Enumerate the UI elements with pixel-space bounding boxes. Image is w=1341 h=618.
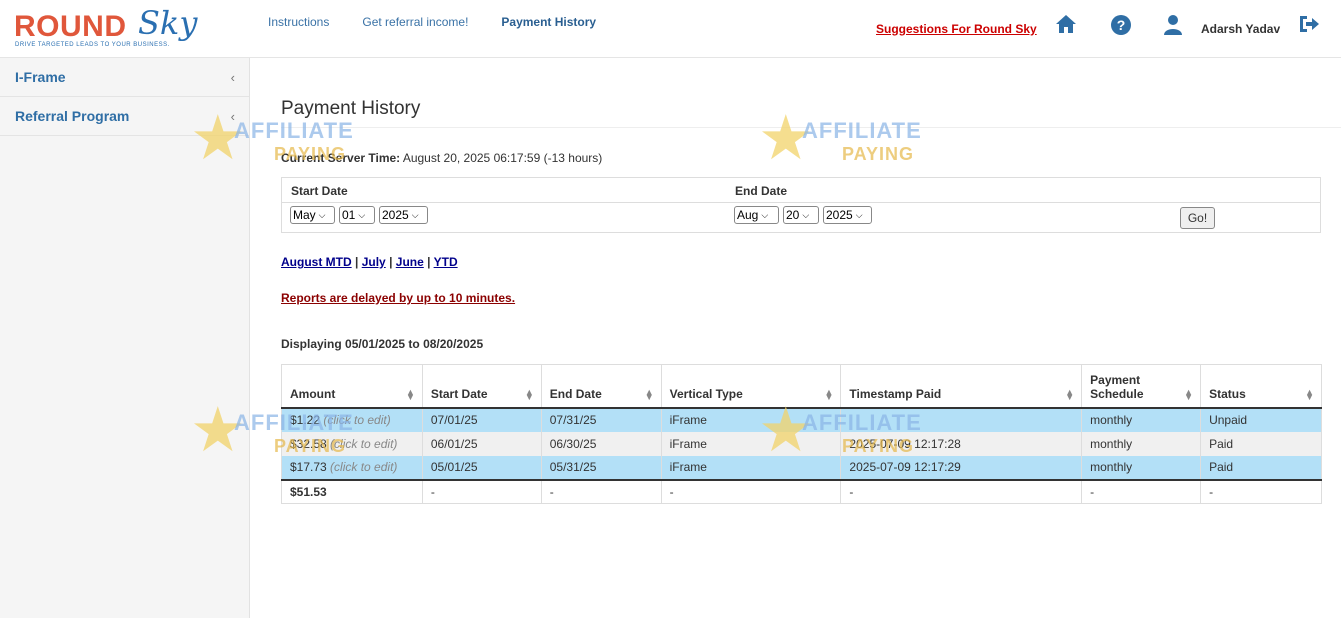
- sidebar-item-iframe[interactable]: I-Frame ‹: [0, 58, 249, 97]
- chevron-left-icon: ‹: [230, 70, 235, 85]
- round-sky-logo[interactable]: ROUND Sky DRIVE TARGETED LEADS TO YOUR B…: [14, 4, 198, 52]
- chevron-down-icon: ⌵: [761, 209, 769, 220]
- nav-referral-income[interactable]: Get referral income!: [362, 15, 468, 29]
- top-header: ROUND Sky DRIVE TARGETED LEADS TO YOUR B…: [0, 0, 1341, 58]
- username[interactable]: Adarsh Yadav: [1201, 22, 1280, 36]
- delay-notice[interactable]: Reports are delayed by up to 10 minutes.: [281, 291, 515, 305]
- user-icon[interactable]: [1163, 14, 1185, 36]
- link-july[interactable]: July: [362, 255, 386, 269]
- link-august-mtd[interactable]: August MTD: [281, 255, 352, 269]
- top-nav: Instructions Get referral income! Paymen…: [268, 15, 629, 29]
- chevron-down-icon: ⌵: [802, 209, 810, 220]
- sort-icon: ▲ ▼: [524, 386, 534, 402]
- col-payment-schedule[interactable]: Payment Schedule ▲ ▼: [1081, 364, 1202, 409]
- go-button[interactable]: Go!: [1180, 207, 1215, 229]
- sidebar-item-referral-program[interactable]: Referral Program ‹: [0, 97, 249, 136]
- col-vertical-type[interactable]: Vertical Type ▲ ▼: [660, 364, 842, 409]
- link-ytd[interactable]: YTD: [434, 255, 458, 269]
- nav-instructions[interactable]: Instructions: [268, 15, 329, 29]
- col-status[interactable]: Status ▲ ▼: [1200, 364, 1322, 409]
- click-to-edit[interactable]: (click to edit): [330, 437, 397, 451]
- start-month-select[interactable]: May ⌵: [290, 206, 335, 224]
- logo-text-sky: Sky: [138, 4, 198, 42]
- start-date-label: Start Date: [291, 184, 348, 198]
- chevron-down-icon: ⌵: [358, 209, 366, 220]
- quick-range-links: August MTD | July | June | YTD: [281, 255, 458, 269]
- date-form-divider: [282, 202, 1320, 203]
- start-day-select[interactable]: 01 ⌵: [339, 206, 375, 224]
- table-row[interactable]: $1.22 (click to edit) 07/01/25 07/31/25 …: [281, 407, 1322, 432]
- sort-icon: ▲ ▼: [405, 386, 415, 402]
- displaying-range: Displaying 05/01/2025 to 08/20/2025: [281, 337, 484, 351]
- page-title: Payment History: [281, 98, 421, 119]
- help-icon[interactable]: ?: [1110, 14, 1132, 36]
- table-row[interactable]: $17.73 (click to edit) 05/01/25 05/31/25…: [281, 455, 1322, 480]
- home-icon[interactable]: [1055, 14, 1077, 36]
- click-to-edit[interactable]: (click to edit): [330, 460, 397, 474]
- chevron-left-icon: ‹: [230, 109, 235, 124]
- svg-text:?: ?: [1117, 17, 1126, 33]
- end-month-select[interactable]: Aug ⌵: [734, 206, 779, 224]
- date-range-form: Start Date End Date May ⌵ 01 ⌵ 2025 ⌵ Aug ⌵ …: [281, 177, 1321, 233]
- chevron-down-icon: ⌵: [411, 209, 419, 220]
- server-time: Current Server Time: August 20, 2025 06:…: [281, 151, 602, 165]
- end-day-select[interactable]: 20 ⌵: [783, 206, 819, 224]
- sidebar-item-label: Referral Program: [15, 108, 130, 124]
- sort-icon: ▲ ▼: [644, 386, 654, 402]
- link-june[interactable]: June: [396, 255, 424, 269]
- sort-icon: ▲ ▼: [1305, 386, 1314, 402]
- server-time-value: August 20, 2025 06:17:59 (-13 hours): [402, 151, 603, 165]
- suggestions-link[interactable]: Suggestions For Round Sky: [876, 22, 1037, 36]
- chevron-down-icon: ⌵: [855, 209, 863, 220]
- logo-tagline: DRIVE TARGETED LEADS TO YOUR BUSINESS.: [15, 42, 170, 48]
- col-start-date[interactable]: Start Date ▲ ▼: [421, 364, 542, 409]
- col-end-date[interactable]: End Date ▲ ▼: [540, 364, 662, 409]
- sort-icon: ▲ ▼: [1184, 386, 1194, 402]
- table-row[interactable]: $32.58 (click to edit) 06/01/25 06/30/25…: [281, 431, 1322, 456]
- logo-text-round: ROUND: [14, 10, 127, 43]
- end-year-select[interactable]: 2025 ⌵: [823, 206, 872, 224]
- sort-icon: ▲ ▼: [1065, 386, 1075, 402]
- payment-history-table: Amount ▲ ▼ Start Date ▲ ▼ End Date ▲ ▼ Vertica…: [281, 364, 1322, 504]
- nav-payment-history[interactable]: Payment History: [501, 15, 596, 29]
- server-time-label: Current Server Time:: [281, 151, 401, 165]
- sidebar-item-label: I-Frame: [15, 69, 66, 85]
- watermark: ★ AFFILIATE PAYING: [758, 104, 922, 173]
- title-divider: [281, 127, 1341, 128]
- star-icon: ★: [758, 104, 814, 173]
- end-date-label: End Date: [735, 184, 788, 198]
- table-total-row: $51.53 - - - - - -: [281, 478, 1322, 504]
- total-amount: $51.53: [281, 478, 423, 504]
- col-amount[interactable]: Amount ▲ ▼: [281, 364, 423, 409]
- chevron-down-icon: ⌵: [318, 209, 326, 220]
- table-header-row: Amount ▲ ▼ Start Date ▲ ▼ End Date ▲ ▼ Vertica…: [281, 364, 1322, 409]
- sort-icon: ▲ ▼: [824, 386, 834, 402]
- click-to-edit[interactable]: (click to edit): [323, 413, 390, 427]
- logout-icon[interactable]: [1298, 14, 1320, 36]
- start-year-select[interactable]: 2025 ⌵: [379, 206, 428, 224]
- col-timestamp-paid[interactable]: Timestamp Paid ▲ ▼: [840, 364, 1083, 409]
- sidebar: I-Frame ‹ Referral Program ‹: [0, 58, 250, 618]
